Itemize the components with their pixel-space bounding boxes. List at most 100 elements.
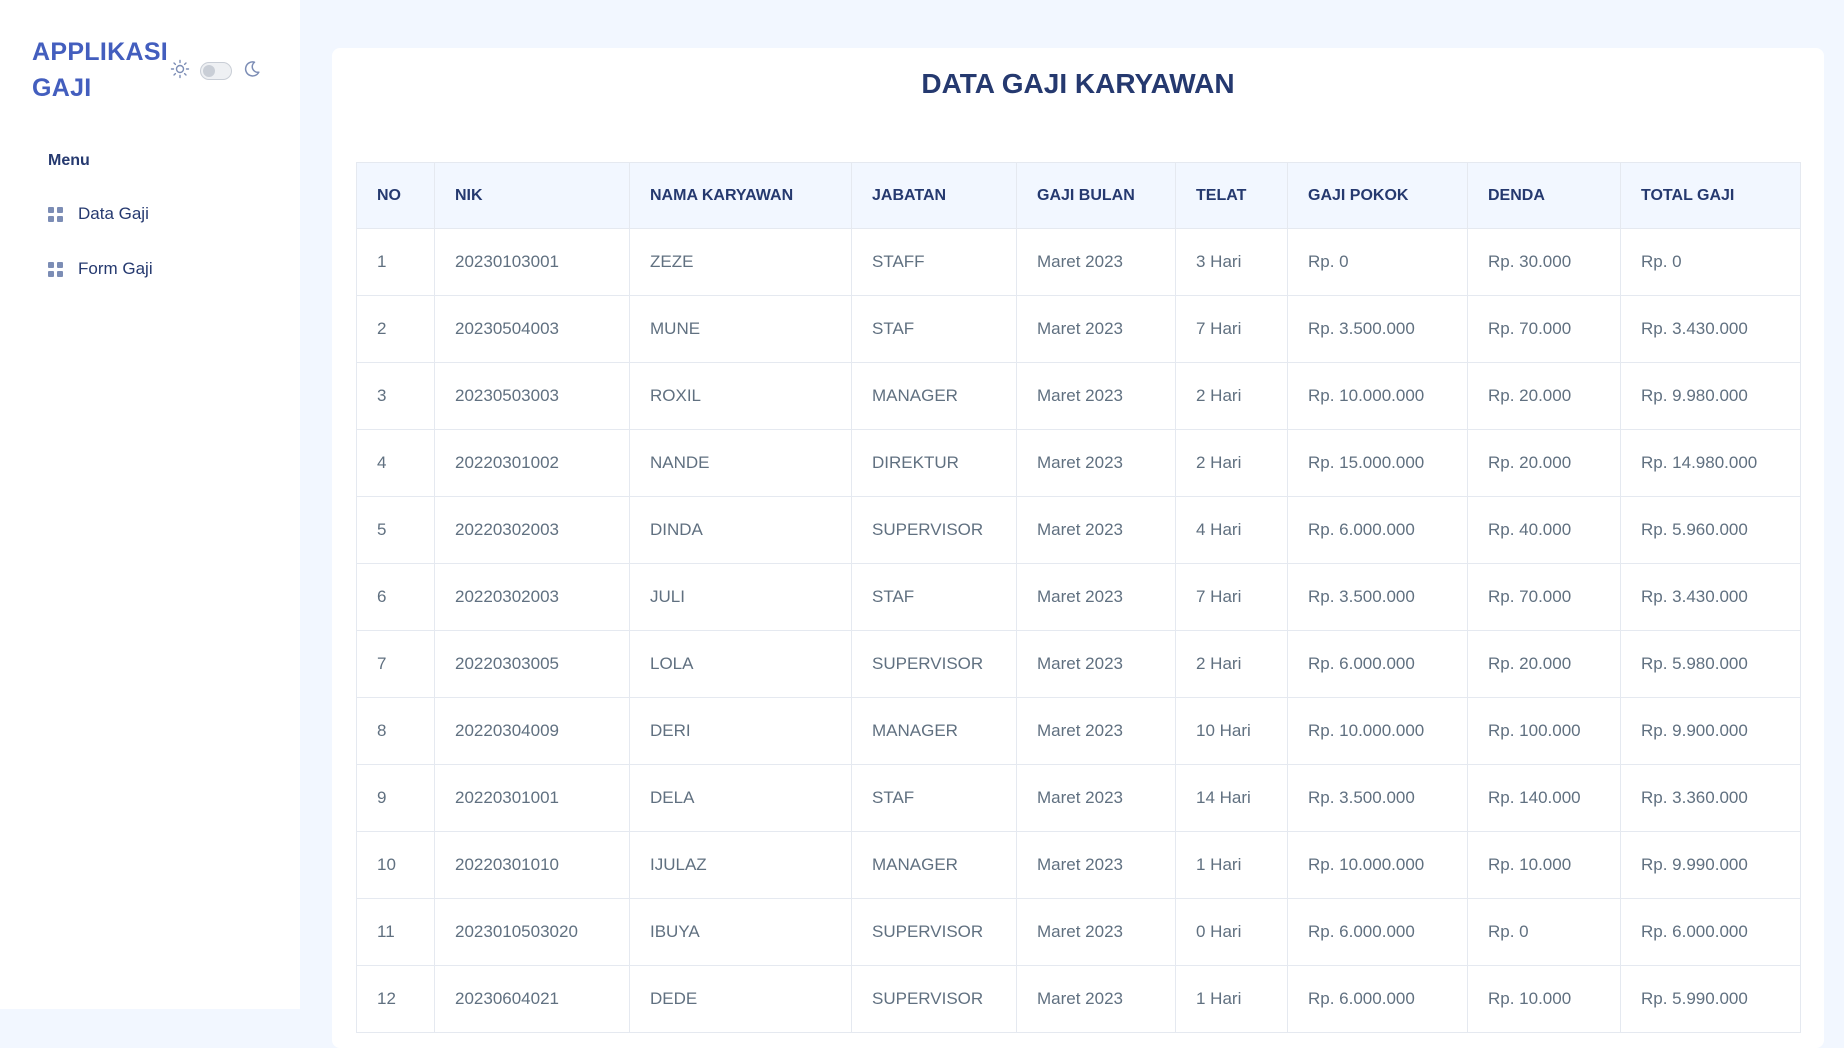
table-cell: SUPERVISOR — [851, 630, 1017, 698]
salary-table: NO NIK NAMA KARYAWAN JABATAN GAJI BULAN … — [356, 162, 1801, 1033]
content-card: DATA GAJI KARYAWAN NO NIK NAMA KARYAWAN … — [332, 48, 1824, 1048]
table-cell: Maret 2023 — [1016, 965, 1176, 1033]
table-cell: Maret 2023 — [1016, 429, 1176, 497]
column-header: JABATAN — [851, 162, 1017, 229]
column-header: NO — [356, 162, 435, 229]
switch-knob — [203, 65, 215, 77]
table-row: 8 20220304009 DERI MANAGER Maret 2023 10 Hari… — [356, 697, 1801, 765]
theme-toggle — [170, 58, 262, 84]
column-header: NIK — [434, 162, 630, 229]
table-cell: Maret 2023 — [1016, 697, 1176, 765]
table-cell: 20230103001 — [434, 228, 630, 296]
table-cell: Rp. 3.500.000 — [1287, 764, 1468, 832]
table-cell: DINDA — [629, 496, 852, 564]
table-cell: Maret 2023 — [1016, 831, 1176, 899]
table-cell: Maret 2023 — [1016, 898, 1176, 966]
app-logo-text[interactable]: APPLIKASI GAJI — [32, 34, 172, 106]
grid-icon — [48, 261, 63, 277]
table-cell: 2 — [356, 295, 435, 363]
table-cell: Rp. 3.500.000 — [1287, 295, 1468, 363]
table-cell: STAF — [851, 295, 1017, 363]
table-cell: Rp. 5.980.000 — [1620, 630, 1801, 698]
table-cell: 1 Hari — [1175, 965, 1288, 1033]
table-cell: 7 — [356, 630, 435, 698]
table-cell: 10 Hari — [1175, 697, 1288, 765]
column-header: DENDA — [1467, 162, 1621, 229]
table-cell: Rp. 10.000.000 — [1287, 697, 1468, 765]
table-cell: MUNE — [629, 295, 852, 363]
table-cell: Rp. 30.000 — [1467, 228, 1621, 296]
table-cell: Rp. 10.000.000 — [1287, 362, 1468, 430]
table-cell: 20220301001 — [434, 764, 630, 832]
table-row: 1 20230103001 ZEZE STAFF Maret 2023 3 Hari Rp.… — [356, 228, 1801, 296]
table-row: 11 2023010503020 IBUYA SUPERVISOR Maret 2023… — [356, 898, 1801, 966]
table-cell: 20230604021 — [434, 965, 630, 1033]
table-cell: Rp. 10.000 — [1467, 831, 1621, 899]
table-cell: MANAGER — [851, 831, 1017, 899]
table-cell: Rp. 20.000 — [1467, 630, 1621, 698]
sidebar-item-form-gaji[interactable]: Form Gaji — [48, 249, 153, 289]
table-cell: 20220304009 — [434, 697, 630, 765]
table-cell: 10 — [356, 831, 435, 899]
table-cell: Maret 2023 — [1016, 630, 1176, 698]
table-cell: 14 Hari — [1175, 764, 1288, 832]
table-cell: Rp. 6.000.000 — [1287, 898, 1468, 966]
sidebar-item-data-gaji[interactable]: Data Gaji — [48, 194, 149, 234]
table-cell: 20230504003 — [434, 295, 630, 363]
table-cell: Rp. 6.000.000 — [1287, 630, 1468, 698]
table-cell: Rp. 140.000 — [1467, 764, 1621, 832]
table-cell: 3 Hari — [1175, 228, 1288, 296]
column-header: GAJI BULAN — [1016, 162, 1176, 229]
table-cell: 2 Hari — [1175, 630, 1288, 698]
table-cell: 7 Hari — [1175, 295, 1288, 363]
table-cell: STAF — [851, 563, 1017, 631]
table-cell: 1 Hari — [1175, 831, 1288, 899]
table-cell: Maret 2023 — [1016, 295, 1176, 363]
table-row: 6 20220302003 JULI STAF Maret 2023 7 Hari Rp. … — [356, 563, 1801, 631]
column-header: TOTAL GAJI — [1620, 162, 1801, 229]
table-cell: 8 — [356, 697, 435, 765]
table-cell: Rp. 3.430.000 — [1620, 295, 1801, 363]
column-header: NAMA KARYAWAN — [629, 162, 852, 229]
table-row: 5 20220302003 DINDA SUPERVISOR Maret 2023 4 H… — [356, 496, 1801, 564]
table-cell: STAF — [851, 764, 1017, 832]
sidebar-item-label: Form Gaji — [78, 259, 153, 278]
table-cell: Rp. 9.900.000 — [1620, 697, 1801, 765]
table-cell: DELA — [629, 764, 852, 832]
table-cell: 20220301010 — [434, 831, 630, 899]
sun-icon — [170, 59, 190, 84]
table-cell: STAFF — [851, 228, 1017, 296]
table-cell: DEDE — [629, 965, 852, 1033]
table-cell: Rp. 100.000 — [1467, 697, 1621, 765]
table-cell: DIREKTUR — [851, 429, 1017, 497]
table-cell: 5 — [356, 496, 435, 564]
table-cell: Rp. 6.000.000 — [1620, 898, 1801, 966]
column-header: TELAT — [1175, 162, 1288, 229]
page-title: DATA GAJI KARYAWAN — [921, 68, 1235, 99]
table-cell: Rp. 3.500.000 — [1287, 563, 1468, 631]
table-cell: Maret 2023 — [1016, 496, 1176, 564]
table-cell: Rp. 5.990.000 — [1620, 965, 1801, 1033]
grid-icon — [48, 206, 63, 222]
table-cell: Rp. 3.430.000 — [1620, 563, 1801, 631]
table-cell: Rp. 15.000.000 — [1287, 429, 1468, 497]
table-row: 9 20220301001 DELA STAF Maret 2023 14 Hari Rp.… — [356, 764, 1801, 832]
table-cell: 4 Hari — [1175, 496, 1288, 564]
table-cell: SUPERVISOR — [851, 496, 1017, 564]
table-cell: DERI — [629, 697, 852, 765]
table-cell: Rp. 14.980.000 — [1620, 429, 1801, 497]
table-cell: 1 — [356, 228, 435, 296]
dark-mode-switch[interactable] — [200, 62, 232, 80]
table-cell: JULI — [629, 563, 852, 631]
table-cell: 9 — [356, 764, 435, 832]
column-header: GAJI POKOK — [1287, 162, 1468, 229]
table-header-row: NO NIK NAMA KARYAWAN JABATAN GAJI BULAN … — [356, 162, 1801, 229]
table-cell: 2 Hari — [1175, 362, 1288, 430]
menu-title: Menu — [48, 152, 90, 169]
sidebar-item-label: Data Gaji — [78, 204, 149, 223]
table-cell: 20220302003 — [434, 496, 630, 564]
table-cell: 2023010503020 — [434, 898, 630, 966]
table-cell: Rp. 70.000 — [1467, 563, 1621, 631]
table-cell: MANAGER — [851, 362, 1017, 430]
table-cell: Maret 2023 — [1016, 228, 1176, 296]
